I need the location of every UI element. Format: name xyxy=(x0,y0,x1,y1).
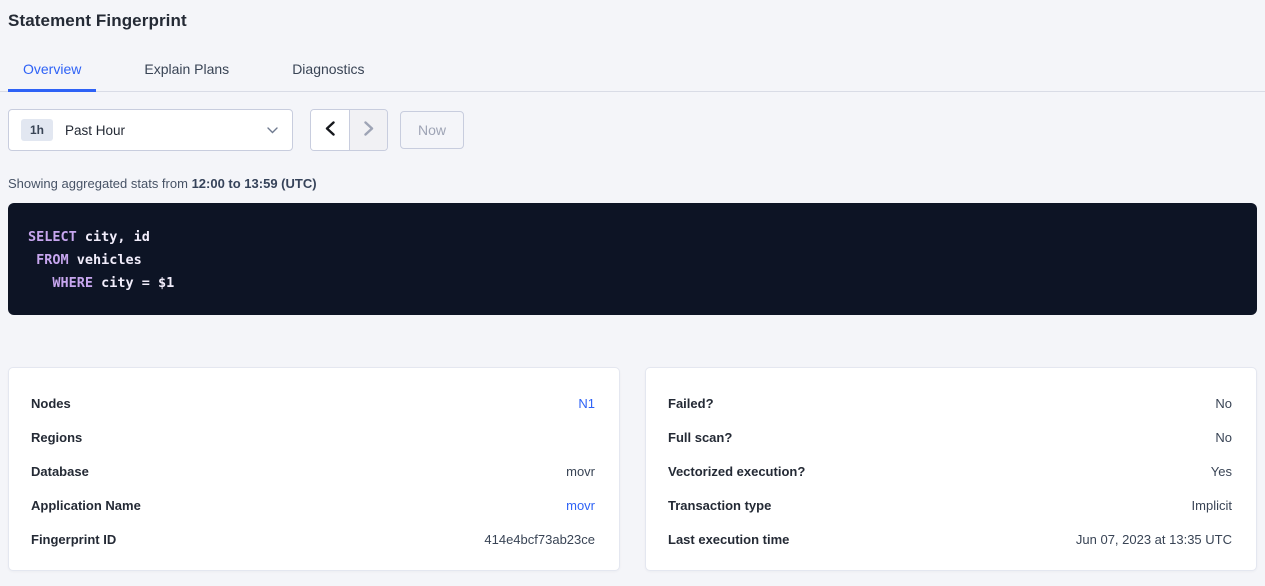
sql-statement-box: SELECT city, id FROM vehicles WHERE city… xyxy=(8,203,1257,315)
stat-row-transaction-type: Transaction type Implicit xyxy=(668,488,1232,522)
stat-row-full-scan: Full scan? No xyxy=(668,420,1232,454)
stat-label: Failed? xyxy=(668,396,714,411)
summary-cards: Nodes N1 Regions Database movr Applicati… xyxy=(8,367,1257,571)
statement-details-card: Nodes N1 Regions Database movr Applicati… xyxy=(8,367,620,571)
stat-label: Nodes xyxy=(31,396,71,411)
stat-row-database: Database movr xyxy=(31,454,595,488)
stat-value: movr xyxy=(566,464,595,479)
stat-label: Last execution time xyxy=(668,532,789,547)
stat-label: Transaction type xyxy=(668,498,771,513)
page-title: Statement Fingerprint xyxy=(8,0,1257,31)
stat-row-nodes: Nodes N1 xyxy=(31,386,595,420)
aggregated-stats-prefix: Showing aggregated stats from xyxy=(8,176,192,191)
sql-line: FROM vehicles xyxy=(28,249,1237,272)
stat-row-regions: Regions xyxy=(31,420,595,454)
sql-line: SELECT city, id xyxy=(28,226,1237,249)
stat-value: 414e4bcf73ab23ce xyxy=(484,532,595,547)
stat-value: Jun 07, 2023 at 13:35 UTC xyxy=(1076,532,1232,547)
previous-time-button[interactable] xyxy=(311,110,349,150)
next-time-button[interactable] xyxy=(349,110,387,150)
tab-diagnostics[interactable]: Diagnostics xyxy=(277,55,379,92)
stat-row-failed: Failed? No xyxy=(668,386,1232,420)
chevron-down-icon xyxy=(267,127,278,134)
sql-line: WHERE city = $1 xyxy=(28,272,1237,295)
stat-value: Yes xyxy=(1211,464,1232,479)
time-picker-row: 1h Past Hour Now xyxy=(8,109,1257,151)
aggregated-stats-text: Showing aggregated stats from 12:00 to 1… xyxy=(8,176,1257,191)
now-button[interactable]: Now xyxy=(400,111,464,149)
stat-label: Vectorized execution? xyxy=(668,464,805,479)
stat-row-last-execution-time: Last execution time Jun 07, 2023 at 13:3… xyxy=(668,522,1232,556)
time-range-dropdown[interactable]: 1h Past Hour xyxy=(8,109,293,151)
time-pager xyxy=(310,109,388,151)
stat-label: Application Name xyxy=(31,498,141,513)
time-range-badge: 1h xyxy=(21,119,53,141)
sql-keyword: WHERE xyxy=(52,275,93,291)
chevron-right-icon xyxy=(364,121,374,139)
nodes-link[interactable]: N1 xyxy=(578,396,595,411)
stat-row-fingerprint-id: Fingerprint ID 414e4bcf73ab23ce xyxy=(31,522,595,556)
execution-attributes-card: Failed? No Full scan? No Vectorized exec… xyxy=(645,367,1257,571)
aggregated-stats-range: 12:00 to 13:59 (UTC) xyxy=(192,176,317,191)
stat-value: No xyxy=(1215,430,1232,445)
application-name-link[interactable]: movr xyxy=(566,498,595,513)
stat-label: Fingerprint ID xyxy=(31,532,116,547)
stat-label: Database xyxy=(31,464,89,479)
time-range-label: Past Hour xyxy=(65,123,125,138)
stat-label: Regions xyxy=(31,430,82,445)
sql-keyword: SELECT xyxy=(28,229,77,245)
tab-bar: Overview Explain Plans Diagnostics xyxy=(0,55,1265,92)
stat-row-application-name: Application Name movr xyxy=(31,488,595,522)
chevron-left-icon xyxy=(325,121,335,139)
stat-label: Full scan? xyxy=(668,430,732,445)
stat-value: No xyxy=(1215,396,1232,411)
tab-overview[interactable]: Overview xyxy=(8,55,96,92)
sql-keyword: FROM xyxy=(36,252,69,268)
stat-row-vectorized-execution: Vectorized execution? Yes xyxy=(668,454,1232,488)
tab-explain-plans[interactable]: Explain Plans xyxy=(129,55,244,92)
stat-value: Implicit xyxy=(1192,498,1232,513)
